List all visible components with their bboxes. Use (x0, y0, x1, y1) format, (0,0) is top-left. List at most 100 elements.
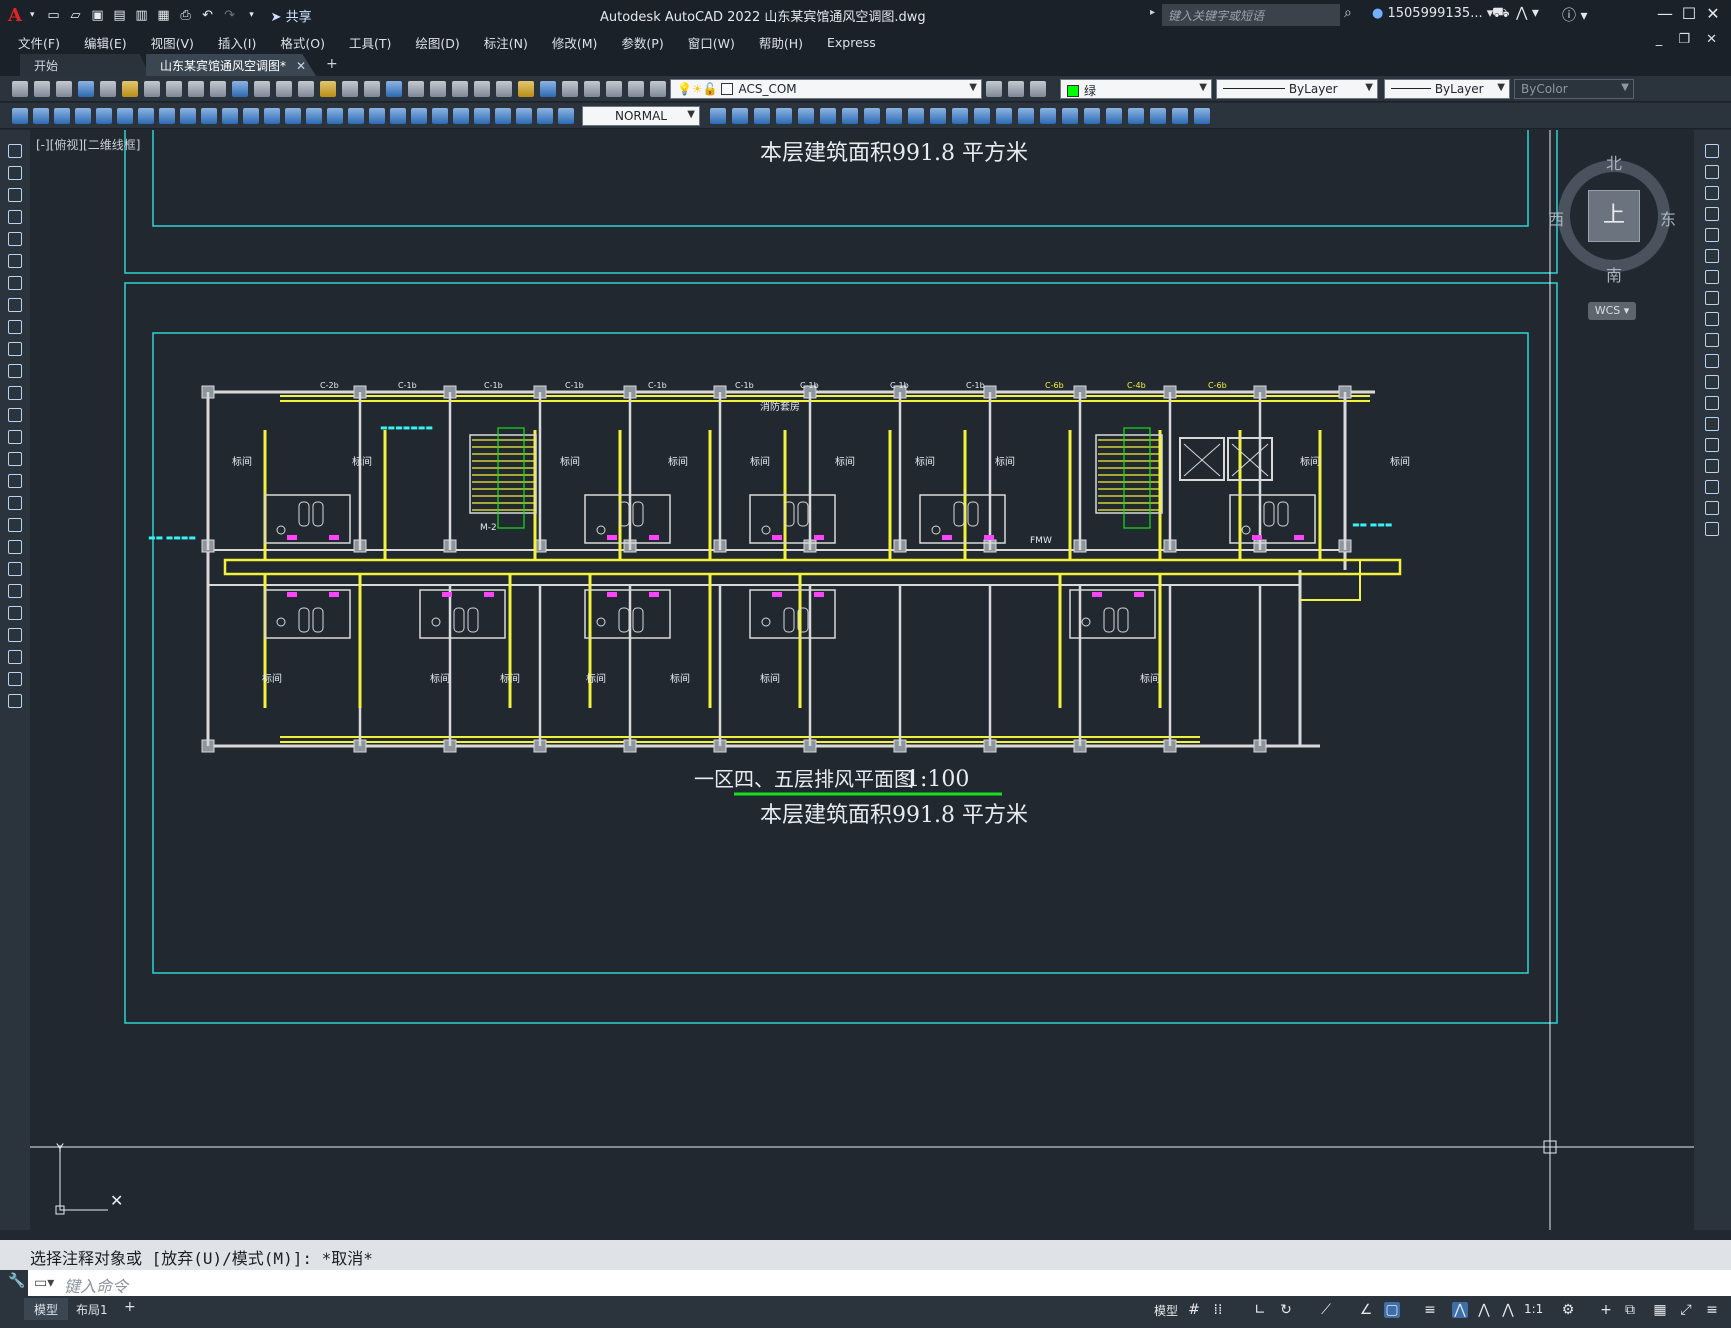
dimension-tool-icon[interactable] (306, 108, 322, 124)
close-icon[interactable]: ✕ (1700, 4, 1726, 23)
drawing-canvas[interactable]: ✕ Y 本层建筑面积991.8 平方米 标间 标间 标间 标间 标间 标间 标间 标间 标间 标间 标间… (30, 130, 1694, 1230)
command-input[interactable]: 键入命令 (28, 1270, 1731, 1296)
dimension-tool-icon[interactable] (201, 108, 217, 124)
plus-icon[interactable]: + (1598, 1302, 1614, 1318)
dimension-tool-icon[interactable] (117, 108, 133, 124)
add-layout-icon[interactable]: + (124, 1299, 136, 1315)
draw-tool-icon[interactable] (8, 540, 22, 554)
command-prompt-icon[interactable]: ▭▾ (34, 1275, 54, 1291)
dimension-tool-icon[interactable] (12, 108, 28, 124)
isolate-objects-icon[interactable]: ⧉ (1622, 1302, 1638, 1318)
draw-tool-icon[interactable] (8, 694, 22, 708)
toolbar-button-icon[interactable] (628, 81, 644, 97)
toolbar-button-icon[interactable] (364, 81, 380, 97)
draw-tool-icon[interactable] (8, 232, 22, 246)
toolbar-button-icon[interactable] (474, 81, 490, 97)
help-icon[interactable]: ⓘ ▾ (1562, 5, 1587, 25)
menu-modify[interactable]: 修改(M) (552, 33, 598, 52)
layer-tool-icon[interactable] (1008, 81, 1024, 97)
draw-tool-icon[interactable] (8, 342, 22, 356)
search-input[interactable]: 键入关键字或短语 (1162, 4, 1340, 26)
modify-tool-icon[interactable] (952, 108, 968, 124)
customize-icon[interactable]: ≡ (1704, 1302, 1720, 1318)
toolbar-button-icon[interactable] (210, 81, 226, 97)
menu-view[interactable]: 视图(V) (151, 33, 194, 52)
osnap-tracking-icon[interactable]: ∠ (1358, 1302, 1374, 1318)
modify-tool-icon[interactable] (1705, 144, 1719, 158)
compass-north[interactable]: 北 (1606, 150, 1622, 174)
print-icon[interactable]: ⎙ (177, 6, 195, 24)
modify-tool-icon[interactable] (754, 108, 770, 124)
layer-dropdown[interactable]: 💡☀🔓 ACS_COM ▼ (670, 79, 982, 99)
draw-tool-icon[interactable] (8, 276, 22, 290)
toolbar-button-icon[interactable] (452, 81, 468, 97)
wrench-icon[interactable]: 🔧 (8, 1273, 25, 1289)
dimension-tool-icon[interactable] (411, 108, 427, 124)
modify-tool-icon[interactable] (996, 108, 1012, 124)
toolbar-button-icon[interactable] (78, 81, 94, 97)
toolbar-button-icon[interactable] (540, 81, 556, 97)
menu-dimension[interactable]: 标注(N) (484, 33, 528, 52)
menu-help[interactable]: 帮助(H) (759, 33, 803, 52)
draw-tool-icon[interactable] (8, 518, 22, 532)
layout-tab-model[interactable]: 模型 (24, 1298, 69, 1320)
draw-tool-icon[interactable] (8, 386, 22, 400)
dimension-tool-icon[interactable] (75, 108, 91, 124)
modify-tool-icon[interactable] (798, 108, 814, 124)
toolbar-button-icon[interactable] (12, 81, 28, 97)
menu-express[interactable]: Express (827, 35, 876, 50)
lineweight-icon[interactable]: ≡ (1422, 1302, 1438, 1318)
modify-tool-icon[interactable] (1705, 333, 1719, 347)
modify-tool-icon[interactable] (908, 108, 924, 124)
dimension-tool-icon[interactable] (474, 108, 490, 124)
dimension-tool-icon[interactable] (33, 108, 49, 124)
toolbar-button-icon[interactable] (232, 81, 248, 97)
toolbar-button-icon[interactable] (144, 81, 160, 97)
toolbar-button-icon[interactable] (100, 81, 116, 97)
hardware-acceleration-icon[interactable]: ▦ (1652, 1302, 1668, 1318)
dimension-tool-icon[interactable] (222, 108, 238, 124)
modify-tool-icon[interactable] (1040, 108, 1056, 124)
draw-tool-icon[interactable] (8, 430, 22, 444)
dimension-tool-icon[interactable] (390, 108, 406, 124)
modify-tool-icon[interactable] (1128, 108, 1144, 124)
modify-tool-icon[interactable] (1705, 312, 1719, 326)
toolbar-button-icon[interactable] (430, 81, 446, 97)
annotation-scale-value[interactable]: 1:1 (1524, 1302, 1543, 1316)
modify-tool-icon[interactable] (1172, 108, 1188, 124)
modify-tool-icon[interactable] (1705, 438, 1719, 452)
dimension-tool-icon[interactable] (558, 108, 574, 124)
modify-tool-icon[interactable] (974, 108, 990, 124)
plotstyle-dropdown[interactable]: ByColor ▼ (1514, 79, 1634, 99)
dimension-tool-icon[interactable] (432, 108, 448, 124)
modify-tool-icon[interactable] (1062, 108, 1078, 124)
modify-tool-icon[interactable] (864, 108, 880, 124)
dimension-tool-icon[interactable] (159, 108, 175, 124)
tab-drawing[interactable]: 山东某宾馆通风空调图* ✕ (146, 54, 316, 76)
draw-tool-icon[interactable] (8, 672, 22, 686)
draw-tool-icon[interactable] (8, 562, 22, 576)
dimension-tool-icon[interactable] (495, 108, 511, 124)
gear-icon[interactable]: ⚙ (1560, 1302, 1576, 1318)
dimension-tool-icon[interactable] (285, 108, 301, 124)
modify-tool-icon[interactable] (1705, 375, 1719, 389)
modify-tool-icon[interactable] (1705, 270, 1719, 284)
modify-tool-icon[interactable] (1705, 417, 1719, 431)
dimension-tool-icon[interactable] (348, 108, 364, 124)
toolbar-button-icon[interactable] (496, 81, 512, 97)
modify-tool-icon[interactable] (710, 108, 726, 124)
snap-icon[interactable]: ⁞⁞ (1210, 1302, 1226, 1318)
modify-tool-icon[interactable] (1705, 480, 1719, 494)
toolbar-button-icon[interactable] (56, 81, 72, 97)
menu-parametric[interactable]: 参数(P) (621, 33, 663, 52)
toolbar-button-icon[interactable] (122, 81, 138, 97)
toolbar-button-icon[interactable] (386, 81, 402, 97)
dimension-tool-icon[interactable] (96, 108, 112, 124)
dimension-tool-icon[interactable] (243, 108, 259, 124)
modify-tool-icon[interactable] (1705, 354, 1719, 368)
draw-tool-icon[interactable] (8, 364, 22, 378)
publish-icon[interactable]: ▥ (133, 6, 151, 24)
modify-tool-icon[interactable] (1705, 501, 1719, 515)
draw-tool-icon[interactable] (8, 166, 22, 180)
toolbar-button-icon[interactable] (584, 81, 600, 97)
